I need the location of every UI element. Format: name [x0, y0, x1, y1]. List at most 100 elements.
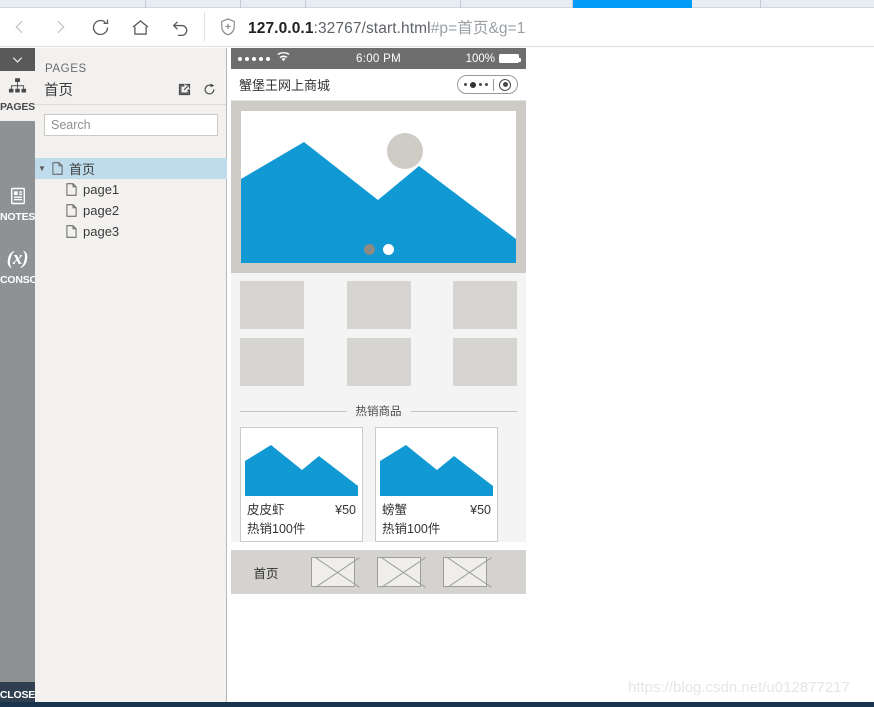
url-text: 127.0.0.1:32767/start.html#p=首页&g=1 — [248, 16, 526, 38]
carousel-dots[interactable] — [241, 244, 516, 255]
grid-row — [240, 281, 517, 329]
product-price: ¥50 — [335, 503, 356, 517]
product-info-row: 螃蟹 ¥50 — [380, 496, 493, 518]
tab-placeholder-icon[interactable] — [377, 557, 421, 587]
section-divider: 热销商品 — [231, 399, 526, 427]
tree-item-label: page1 — [83, 182, 120, 197]
undo-icon[interactable] — [160, 8, 200, 46]
sidebar-item-label: NOTES — [0, 211, 36, 223]
panel-actions — [177, 82, 217, 97]
target-circle-icon — [499, 78, 511, 91]
search-input[interactable] — [44, 114, 218, 136]
tab-divider — [145, 0, 146, 8]
reload-icon[interactable] — [80, 8, 120, 46]
image-placeholder-icon — [241, 111, 516, 263]
sidebar-item-notes[interactable]: NOTES — [0, 181, 35, 227]
product-sold: 热销100件 — [247, 522, 306, 536]
app-root: 127.0.0.1:32767/start.html#p=首页&g=1 PAGE… — [0, 0, 874, 707]
phone-tab-bar: 首页 — [231, 550, 526, 594]
more-dots-icon — [464, 81, 488, 88]
phone-status-bar: 6:00 PM 100% — [231, 48, 526, 69]
back-arrow-icon[interactable] — [0, 8, 40, 46]
battery-full-icon — [499, 54, 521, 63]
product-sold: 热销100件 — [382, 522, 441, 536]
divider-line — [240, 410, 347, 412]
tree-item-page2[interactable]: page2 — [35, 200, 227, 221]
url-fragment: #p=首页&g=1 — [430, 20, 526, 37]
shop-title: 蟹堡王网上商城 — [239, 78, 331, 93]
home-icon[interactable] — [120, 8, 160, 46]
sidebar-item-console[interactable]: (x) CONSOLE — [0, 244, 51, 290]
address-bar[interactable]: 127.0.0.1:32767/start.html#p=首页&g=1 — [211, 8, 874, 46]
watermark: https://blog.csdn.net/u012877217 — [628, 679, 850, 696]
grid-cell[interactable] — [240, 281, 304, 329]
divider-line — [410, 410, 517, 412]
left-icon-rail: PAGES NOTES (x) CONSOLE CLOSE — [0, 48, 51, 707]
carousel-dot-active[interactable] — [363, 244, 375, 255]
variable-icon: (x) — [6, 248, 29, 269]
grid-row — [240, 338, 517, 386]
browser-toolbar: 127.0.0.1:32767/start.html#p=首页&g=1 — [0, 8, 874, 47]
image-placeholder-icon — [245, 432, 358, 496]
active-browser-tab[interactable] — [573, 0, 692, 8]
browser-tab-strip[interactable] — [0, 0, 874, 8]
chevron-down-icon[interactable] — [0, 48, 35, 71]
page-icon — [63, 225, 79, 238]
grid-cell[interactable] — [453, 281, 517, 329]
product-name: 螃蟹 — [382, 503, 408, 517]
grid-cell[interactable] — [240, 338, 304, 386]
image-placeholder-icon — [380, 432, 493, 496]
divider — [493, 78, 494, 91]
grid-cell[interactable] — [346, 338, 411, 386]
reload-page-icon[interactable] — [202, 82, 217, 97]
tab-divider — [240, 0, 241, 8]
chevron-down-icon[interactable]: ▼ — [35, 164, 49, 173]
product-info-row: 皮皮虾 ¥50 — [245, 496, 358, 518]
panel-kicker: PAGES — [45, 63, 87, 75]
canvas-scrollbar[interactable] — [866, 48, 874, 707]
forward-arrow-icon[interactable] — [40, 8, 80, 46]
toolbar-divider — [204, 12, 205, 42]
section-title: 热销商品 — [355, 406, 402, 418]
carousel-section[interactable] — [231, 101, 526, 273]
tree-item-label: page2 — [83, 203, 120, 218]
pages-panel: PAGES 首页 Search ▼ 首页 page1 page2 page3 — [35, 48, 227, 707]
panel-header: PAGES 首页 — [35, 48, 226, 105]
page-tree: ▼ 首页 page1 page2 page3 — [35, 158, 227, 242]
sitemap-icon — [0, 71, 35, 101]
bottom-status-bar — [0, 702, 874, 707]
tree-item-page1[interactable]: page1 — [35, 179, 227, 200]
product-name: 皮皮虾 — [247, 503, 285, 517]
tab-placeholder-icon[interactable] — [311, 557, 355, 587]
grid-cell[interactable] — [346, 281, 411, 329]
category-grid — [231, 273, 526, 399]
tree-item-label: page3 — [83, 224, 120, 239]
open-in-new-icon[interactable] — [177, 82, 192, 97]
page-icon — [63, 204, 79, 217]
tab-divider — [760, 0, 761, 8]
grid-cell[interactable] — [453, 338, 517, 386]
product-card[interactable]: 螃蟹 ¥50 热销100件 — [375, 427, 498, 542]
sidebar-item-label: CONSOLE — [0, 274, 51, 286]
tree-item-page3[interactable]: page3 — [35, 221, 227, 242]
product-list: 皮皮虾 ¥50 热销100件 螃蟹 ¥50 热销100件 — [231, 427, 526, 542]
phone-nav-bar: 蟹堡王网上商城 — [231, 69, 526, 101]
tab-home[interactable]: 首页 — [243, 563, 289, 582]
carousel-dot[interactable] — [382, 244, 394, 255]
status-time: 6:00 PM — [356, 52, 401, 65]
tree-item-home[interactable]: ▼ 首页 — [35, 158, 227, 179]
search-area — [35, 106, 227, 141]
product-price: ¥50 — [470, 503, 491, 517]
page-icon — [49, 162, 65, 175]
sidebar-item-pages[interactable]: PAGES — [0, 71, 35, 121]
preview-canvas: 6:00 PM 100% 蟹堡王网上商城 热销商品 皮皮虾 ¥50 热销100件… — [228, 48, 874, 707]
tab-placeholder-icon[interactable] — [443, 557, 487, 587]
page-control-icon[interactable] — [457, 75, 518, 94]
shield-icon — [217, 16, 239, 38]
tab-divider — [460, 0, 461, 8]
tree-item-label: 首页 — [69, 162, 96, 177]
product-card[interactable]: 皮皮虾 ¥50 热销100件 — [240, 427, 363, 542]
page-title: 首页 — [44, 83, 73, 99]
note-icon — [0, 181, 35, 211]
tab-divider — [305, 0, 306, 8]
